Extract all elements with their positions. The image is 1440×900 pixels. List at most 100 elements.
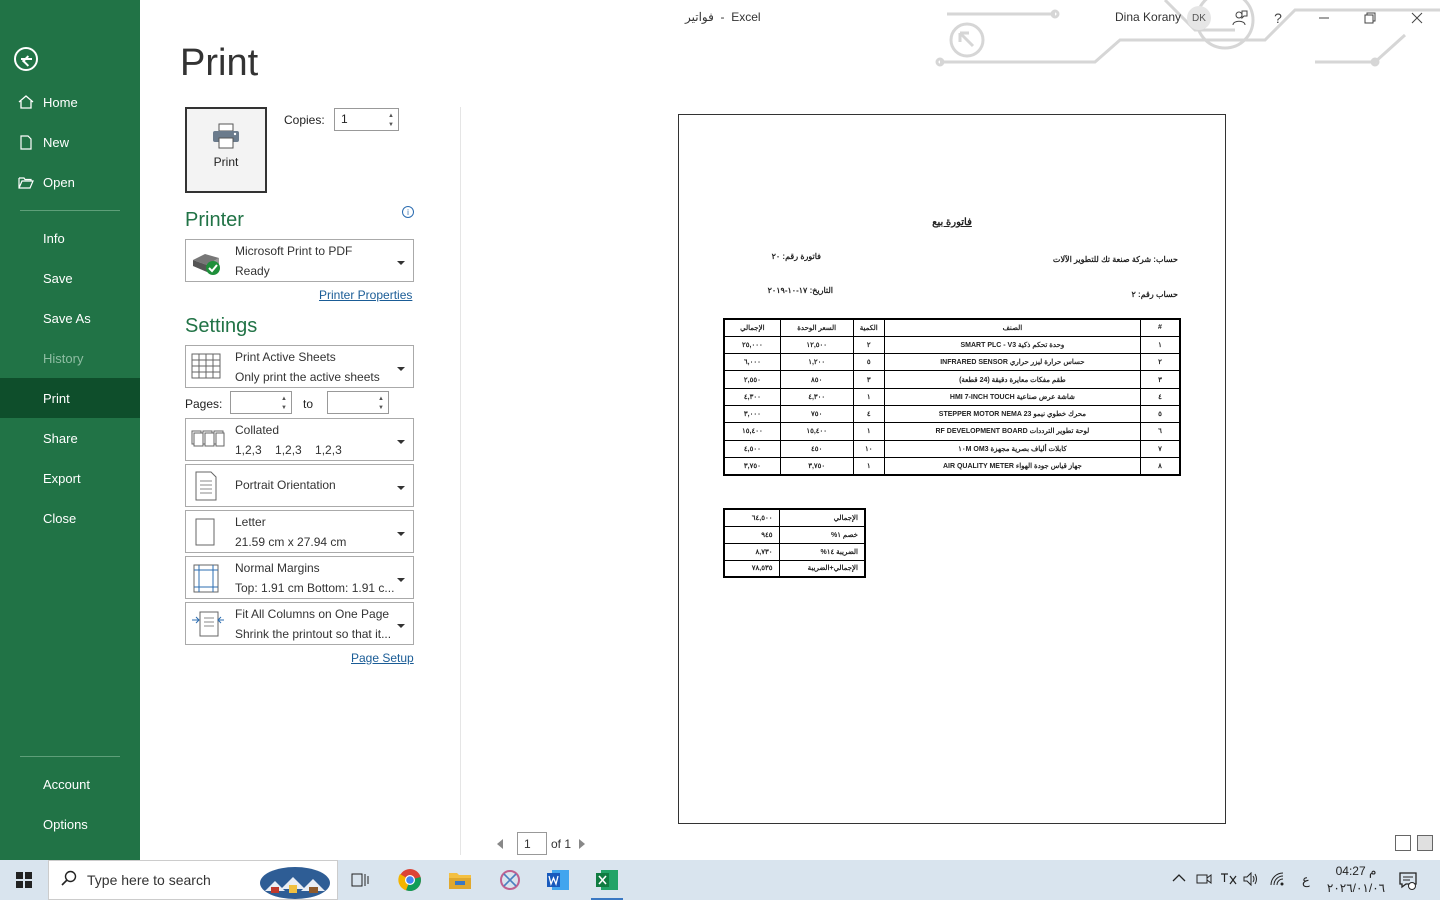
table-row: الإجمالي ٦٤,٥٠٠ (723, 508, 866, 527)
webcam-icon[interactable] (1196, 872, 1212, 889)
table-cell: ١ (852, 422, 885, 441)
nav-history: History (0, 338, 140, 378)
column-header: الصنف (883, 318, 1141, 337)
page-setup-link[interactable]: Page Setup (351, 651, 414, 665)
word-icon[interactable] (538, 864, 578, 896)
taskbar-search[interactable]: Type here to search (48, 860, 338, 900)
pages-to-input[interactable]: ▲ ▼ (327, 391, 389, 414)
zoom-to-page-icon[interactable] (1417, 835, 1433, 851)
windows-start-icon[interactable] (0, 860, 48, 900)
scaling-dropdown[interactable]: Fit All Columns on One Page Shrink the p… (185, 602, 414, 645)
nav-save-as[interactable]: Save As (0, 298, 140, 338)
table-cell: ٤,٣٠٠ (779, 387, 854, 406)
user-name[interactable]: Dina Korany (1115, 10, 1181, 24)
paper-size-icon (191, 517, 223, 547)
nav-open-label: Open (43, 174, 75, 190)
avatar[interactable]: DK (1187, 6, 1211, 30)
collation-dropdown[interactable]: Collated 1,2,3 1,2,3 1,2,3 (185, 418, 414, 461)
print-what-dropdown[interactable]: Print Active Sheets Only print the activ… (185, 345, 414, 388)
nav-save[interactable]: Save (0, 258, 140, 298)
invoice-account: حساب: شركة صنعة تك للتطوير الآلات (1052, 255, 1178, 264)
document-name: فواتير (685, 10, 714, 24)
printer-status: Ready (235, 264, 270, 278)
show-margins-icon[interactable] (1395, 835, 1411, 851)
column-header: # (1139, 318, 1181, 337)
nav-export[interactable]: Export (0, 458, 140, 498)
column-header: السعر الوحدة (779, 318, 854, 337)
nav-open[interactable]: Open (0, 162, 140, 202)
nav-print[interactable]: Print (0, 378, 140, 418)
file-explorer-icon[interactable] (440, 864, 480, 896)
snipping-tool-icon[interactable] (490, 864, 530, 896)
nav-new[interactable]: New (0, 122, 140, 162)
invoice-items-table: # الصنف الكمية السعر الوحدة الإجمالي ١ وح… (723, 318, 1181, 476)
current-page-input[interactable]: 1 (517, 832, 547, 855)
margins-desc: Top: 1.91 cm Bottom: 1.91 c... (235, 581, 395, 595)
print-button[interactable]: Print (185, 107, 267, 193)
nav-print-label: Print (43, 390, 70, 406)
home-icon (0, 95, 43, 109)
close-icon[interactable] (1405, 6, 1429, 30)
printer-dropdown[interactable]: Microsoft Print to PDF Ready (185, 239, 414, 282)
search-icon (61, 870, 77, 891)
minimize-icon[interactable] (1312, 6, 1336, 30)
pages-from-input[interactable]: ▲ ▼ (230, 391, 292, 414)
paper-size-dropdown[interactable]: Letter 21.59 cm x 27.94 cm (185, 510, 414, 553)
spin-up-icon[interactable]: ▲ (279, 394, 289, 403)
restore-icon[interactable] (1358, 6, 1382, 30)
nav-info[interactable]: Info (0, 218, 140, 258)
nav-options[interactable]: Options (0, 804, 140, 844)
wifi-icon[interactable] (1270, 872, 1286, 889)
previous-page-icon[interactable] (497, 838, 503, 849)
copies-label: Copies: (284, 113, 325, 127)
volume-icon[interactable] (1243, 871, 1259, 889)
nav-share-label: Share (43, 430, 78, 446)
print-what-title: Print Active Sheets (235, 350, 336, 364)
portrait-page-icon (191, 471, 223, 501)
margins-dropdown[interactable]: Normal Margins Top: 1.91 cm Bottom: 1.91… (185, 556, 414, 599)
next-page-icon[interactable] (579, 838, 586, 849)
table-cell: محرك خطوي نيمو STEPPER MOTOR NEMA 23 (883, 404, 1141, 424)
spin-down-icon[interactable]: ▼ (386, 120, 396, 129)
table-cell: ١٥,٤٠٠ (779, 422, 854, 441)
table-cell: كابلات ألياف بصرية مجهزة OM3 ١٠M (883, 439, 1141, 458)
table-cell: ٧ (1139, 439, 1181, 458)
nav-account[interactable]: Account (0, 764, 140, 804)
printer-section-title: Printer (185, 209, 244, 231)
chevron-down-icon (397, 260, 405, 265)
language-indicator[interactable]: ع (1302, 872, 1310, 888)
feedback-icon[interactable] (1228, 6, 1252, 30)
notifications-icon[interactable] (1398, 870, 1418, 893)
spin-down-icon[interactable]: ▼ (376, 403, 386, 412)
table-cell: الضريبة ١٤% (778, 542, 866, 561)
margins-title: Normal Margins (235, 561, 320, 575)
nav-info-label: Info (43, 230, 65, 246)
spin-down-icon[interactable]: ▼ (279, 403, 289, 412)
chrome-icon[interactable] (390, 864, 430, 896)
scaling-desc: Shrink the printout so that it... (235, 627, 392, 641)
table-cell: ١٠ (852, 439, 885, 458)
nav-home[interactable]: Home (0, 82, 140, 122)
nav-save-as-label: Save As (43, 310, 91, 326)
spin-up-icon[interactable]: ▲ (376, 394, 386, 403)
nav-share[interactable]: Share (0, 418, 140, 458)
table-cell: ٩٤٥ (723, 525, 780, 544)
info-icon[interactable]: i (402, 206, 414, 218)
table-row: ٨ جهاز قياس جودة الهواء AIR QUALITY METER… (723, 456, 1181, 476)
input-method-icon[interactable] (1219, 872, 1237, 889)
system-clock[interactable]: 04:27 م ٢٠٢٦/٠١/٠٦ (1326, 863, 1386, 897)
copies-input[interactable]: 1 ▲ ▼ (334, 108, 399, 131)
table-cell: ٨ (1139, 456, 1181, 476)
help-button[interactable]: ? (1266, 6, 1290, 30)
excel-icon[interactable] (587, 864, 627, 900)
task-view-icon[interactable] (340, 864, 380, 896)
app-name: Excel (731, 10, 761, 24)
nav-close[interactable]: Close (0, 498, 140, 538)
orientation-dropdown[interactable]: Portrait Orientation (185, 464, 414, 507)
printer-properties-link[interactable]: Printer Properties (319, 288, 412, 302)
chevron-up-icon[interactable] (1172, 872, 1186, 886)
table-cell: ١,٢٠٠ (779, 353, 854, 372)
spin-up-icon[interactable]: ▲ (386, 111, 396, 120)
table-cell: ٦٤,٥٠٠ (723, 508, 780, 527)
back-arrow-icon[interactable] (14, 47, 38, 71)
